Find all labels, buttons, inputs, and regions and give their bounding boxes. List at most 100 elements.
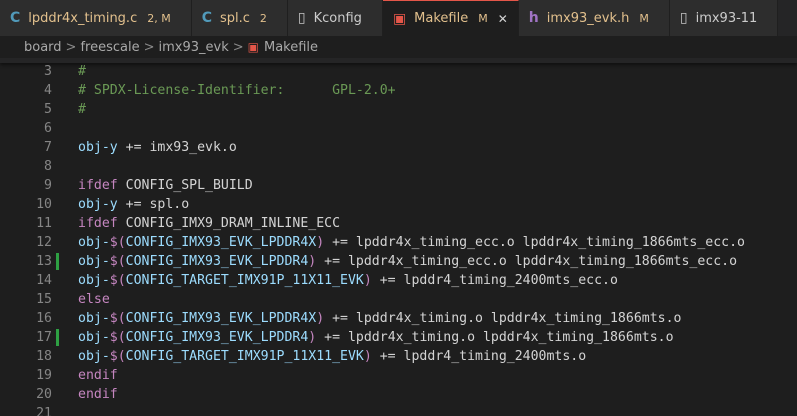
makefile-icon: ▣ bbox=[392, 10, 407, 27]
code-line[interactable]: 7 obj-y += imx93_evk.o bbox=[0, 138, 797, 157]
code-line[interactable]: 12 obj-$(CONFIG_IMX93_EVK_LPDDR4X) += lpd… bbox=[0, 233, 797, 252]
breadcrumb-item[interactable]: imx93_evk bbox=[159, 40, 229, 55]
editor-tab-bar: Clpddr4x_timing.c 2, M Cspl.c 2 ▯ Kconfig ▣ Mak… bbox=[0, 0, 797, 37]
code-token: obj- bbox=[78, 235, 110, 250]
code-text: obj-$(CONFIG_IMX93_EVK_LPDDR4X) += lpddr… bbox=[78, 233, 745, 252]
code-line[interactable]: 13 obj-$(CONFIG_IMX93_EVK_LPDDR4) += lpdd… bbox=[0, 252, 797, 271]
code-line[interactable]: 19 endif bbox=[0, 366, 797, 385]
makefile-icon: ▣ bbox=[247, 40, 259, 54]
code-text: ifdef CONFIG_IMX9_DRAM_INLINE_ECC bbox=[78, 214, 340, 233]
code-line[interactable]: 18 obj-$(CONFIG_TARGET_IMX91P_11X11_EVK) … bbox=[0, 347, 797, 366]
tab-label: lpddr4x_timing.c bbox=[28, 10, 138, 26]
code-text: obj-y += imx93_evk.o bbox=[78, 138, 237, 157]
line-number: 3 bbox=[44, 64, 52, 79]
line-number: 17 bbox=[36, 330, 52, 345]
line-number: 11 bbox=[36, 216, 52, 231]
code-token: obj- bbox=[78, 330, 110, 345]
line-number: 20 bbox=[36, 387, 52, 402]
code-token: obj-y bbox=[78, 140, 118, 155]
code-line[interactable]: 6 bbox=[0, 119, 797, 138]
code-token: += imx93_evk.o bbox=[117, 140, 237, 155]
line-number: 14 bbox=[36, 273, 52, 288]
close-icon[interactable]: ✕ bbox=[498, 12, 508, 26]
code-line[interactable]: 8 bbox=[0, 157, 797, 176]
code-text: ifdef CONFIG_SPL_BUILD bbox=[78, 176, 253, 195]
code-token: CONFIG_IMX9_DRAM_INLINE_ECC bbox=[117, 216, 341, 231]
line-number: 13 bbox=[36, 254, 52, 269]
line-number: 10 bbox=[36, 197, 52, 212]
code-line[interactable]: 5 # bbox=[0, 100, 797, 119]
tab-label: spl.c bbox=[219, 10, 250, 26]
code-token: += lpddr4_timing_2400mts.o bbox=[371, 349, 587, 364]
tab-lpddr4x-timing-c[interactable]: Clpddr4x_timing.c 2, M bbox=[0, 0, 192, 36]
code-line[interactable]: 17 obj-$(CONFIG_IMX93_EVK_LPDDR4) += lpdd… bbox=[0, 328, 797, 347]
breadcrumb-item[interactable]: freescale bbox=[80, 40, 139, 55]
code-token: obj- bbox=[78, 273, 110, 288]
tab-label: Makefile bbox=[414, 11, 469, 26]
code-text: obj-$(CONFIG_IMX93_EVK_LPDDR4X) += lpddr… bbox=[78, 309, 681, 328]
code-token: += lpddr4x_timing_ecc.o lpddr4x_timing_1… bbox=[316, 254, 738, 269]
code-text: # SPDX-License-Identifier: GPL-2.0+ bbox=[78, 81, 396, 100]
code-token: ) bbox=[363, 349, 372, 364]
code-line[interactable]: 4 # SPDX-License-Identifier: GPL-2.0+ bbox=[0, 81, 797, 100]
code-token: endif bbox=[78, 368, 118, 383]
code-line[interactable]: 9 ifdef CONFIG_SPL_BUILD bbox=[0, 176, 797, 195]
line-number: 21 bbox=[36, 406, 52, 416]
code-text: obj-$(CONFIG_TARGET_IMX91P_11X11_EVK) +=… bbox=[78, 347, 586, 366]
code-token: # SPDX-License-Identifier: GPL-2.0+ bbox=[78, 83, 396, 98]
code-line[interactable]: 3 # bbox=[0, 62, 797, 81]
tab-label: Kconfig bbox=[313, 10, 362, 26]
line-number: 19 bbox=[36, 368, 52, 383]
code-token: obj-y bbox=[78, 197, 118, 212]
line-number: 6 bbox=[44, 121, 52, 136]
breadcrumb-item[interactable]: board bbox=[24, 40, 62, 55]
code-token: $( bbox=[109, 349, 126, 364]
code-line[interactable]: 14 obj-$(CONFIG_TARGET_IMX91P_11X11_EVK) … bbox=[0, 271, 797, 290]
code-text: endif bbox=[78, 385, 118, 404]
code-editor[interactable]: 3 #4 # SPDX-License-Identifier: GPL-2.0+ 5 #… bbox=[0, 58, 797, 416]
code-text: obj-$(CONFIG_TARGET_IMX91P_11X11_EVK) +=… bbox=[78, 271, 618, 290]
tab-status: 2, M bbox=[147, 11, 171, 25]
code-line[interactable]: 20 endif bbox=[0, 385, 797, 404]
code-text: # bbox=[78, 100, 86, 119]
code-token: CONFIG_IMX93_EVK_LPDDR4X bbox=[125, 311, 317, 326]
line-number: 16 bbox=[36, 311, 52, 326]
tab-imx93-evk-h[interactable]: h imx93_evk.h M bbox=[518, 0, 670, 36]
line-number: 12 bbox=[36, 235, 52, 250]
code-line[interactable]: 16 obj-$(CONFIG_IMX93_EVK_LPDDR4X) += lpd… bbox=[0, 309, 797, 328]
c-file-icon: C bbox=[201, 10, 212, 26]
code-token: $( bbox=[109, 273, 126, 288]
code-line[interactable]: 10 obj-y += spl.o bbox=[0, 195, 797, 214]
code-token: ) bbox=[363, 273, 372, 288]
breadcrumb-file[interactable]: Makefile bbox=[264, 40, 318, 55]
code-token: ifdef bbox=[78, 216, 118, 231]
code-token: += lpddr4_timing_2400mts_ecc.o bbox=[371, 273, 618, 288]
tab-makefile[interactable]: ▣ Makefile M ✕ bbox=[382, 0, 519, 36]
code-text: else bbox=[78, 290, 110, 309]
code-token: ifdef bbox=[78, 178, 118, 193]
c-file-icon: C bbox=[10, 10, 21, 26]
code-line[interactable]: 15 else bbox=[0, 290, 797, 309]
code-text: obj-$(CONFIG_IMX93_EVK_LPDDR4) += lpddr4… bbox=[78, 328, 674, 347]
tab-imx93-11[interactable]: ▯ imx93-11 bbox=[669, 0, 779, 36]
code-token: += lpddr4x_timing.o lpddr4x_timing_1866m… bbox=[324, 311, 682, 326]
code-token: $( bbox=[109, 254, 126, 269]
code-token: ) bbox=[316, 311, 325, 326]
tab-kconfig[interactable]: ▯ Kconfig bbox=[287, 0, 383, 36]
git-modified-marker bbox=[56, 329, 59, 346]
code-token: CONFIG_TARGET_IMX91P_11X11_EVK bbox=[125, 349, 364, 364]
code-token: else bbox=[78, 292, 110, 307]
breadcrumb: board > freescale > imx93_evk > ▣ Makefile bbox=[0, 36, 797, 58]
code-token: += lpddr4x_timing_ecc.o lpddr4x_timing_1… bbox=[324, 235, 745, 250]
h-file-icon: h bbox=[528, 10, 539, 26]
tab-spl-c[interactable]: Cspl.c 2 bbox=[191, 0, 288, 36]
chevron-right-icon: > bbox=[65, 39, 77, 55]
code-token: CONFIG_SPL_BUILD bbox=[117, 178, 253, 193]
code-line[interactable]: 21 bbox=[0, 404, 797, 416]
tab-status: M bbox=[478, 12, 488, 25]
file-icon: ▯ bbox=[297, 10, 306, 26]
code-token: CONFIG_IMX93_EVK_LPDDR4X bbox=[125, 235, 317, 250]
code-line[interactable]: 11 ifdef CONFIG_IMX9_DRAM_INLINE_ECC bbox=[0, 214, 797, 233]
line-number: 5 bbox=[44, 102, 52, 117]
code-token: += spl.o bbox=[117, 197, 190, 212]
